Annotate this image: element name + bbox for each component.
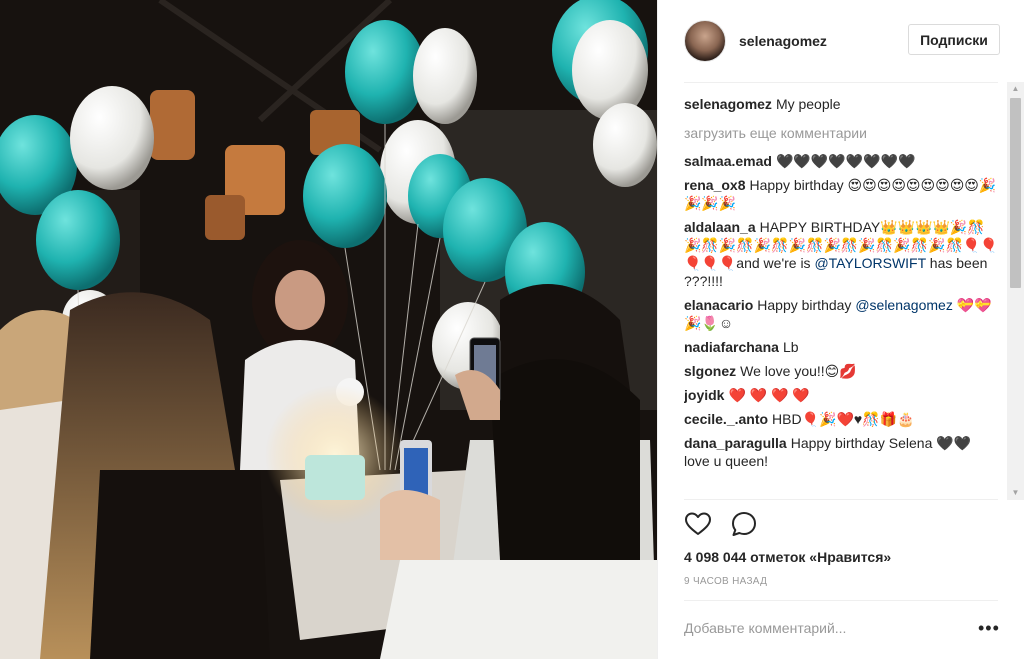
comment-mention-link[interactable]: @selenagomez xyxy=(855,297,953,313)
comment-text: Lb xyxy=(782,339,799,355)
comment-author[interactable]: cecile._.anto xyxy=(684,411,768,427)
comment-item: dana_paragulla Happy birthday Selena 🖤🖤 l… xyxy=(684,434,1000,470)
divider xyxy=(684,82,998,83)
comments-scrollbar[interactable]: ▲ ▼ xyxy=(1007,82,1024,500)
comments-list: selenagomez My people загрузить еще комме… xyxy=(684,95,1000,497)
caption-author[interactable]: selenagomez xyxy=(684,96,772,112)
comment-author[interactable]: elanacario xyxy=(684,297,753,313)
party-photo-illustration xyxy=(0,0,657,659)
comment-item: aldalaan_a HAPPY BIRTHDAY👑👑👑👑🎉🎊🎉🎊🎉🎊🎉🎊🎉🎊🎉🎊… xyxy=(684,218,1000,290)
comment-mention-link[interactable]: @TAYLORSWIFT xyxy=(814,255,925,271)
comment-author[interactable]: joyidk xyxy=(684,387,724,403)
comment-author[interactable]: slgonez xyxy=(684,363,736,379)
avatar[interactable] xyxy=(684,20,726,62)
comment-item: nadiafarchana Lb xyxy=(684,338,1000,356)
scroll-up-arrow-icon[interactable]: ▲ xyxy=(1007,82,1024,96)
likes-count[interactable]: 4 098 044 отметок «Нравится» xyxy=(684,549,891,565)
more-options-button[interactable]: ••• xyxy=(978,614,999,642)
comment-item: slgonez We love you!!😊💋 xyxy=(684,362,1000,380)
header-username[interactable]: selenagomez xyxy=(739,33,827,49)
post-timestamp[interactable]: 9 ЧАСОВ НАЗАД xyxy=(684,576,767,587)
scrollbar-thumb[interactable] xyxy=(1010,98,1021,288)
post-header: selenagomez Подписки xyxy=(658,0,1024,82)
post-actions xyxy=(684,510,758,538)
post-photo[interactable] xyxy=(0,0,657,659)
comment-icon[interactable] xyxy=(730,510,758,538)
following-button[interactable]: Подписки xyxy=(908,24,1000,55)
heart-icon[interactable] xyxy=(684,510,712,538)
post-caption: selenagomez My people xyxy=(684,95,1000,113)
comment-item: rena_ox8 Happy birthday 😍😍😍😍😍😍😍😍😍🎉🎉🎉🎉 xyxy=(684,176,1000,212)
caption-text: My people xyxy=(775,96,841,112)
comment-text: Happy birthday xyxy=(757,297,856,313)
comment-item: joyidk ❤️ ❤️ ❤️ ❤️ xyxy=(684,386,1000,404)
post-side-panel: selenagomez Подписки selenagomez My peopl… xyxy=(657,0,1024,659)
instagram-post: selenagomez Подписки selenagomez My peopl… xyxy=(0,0,1024,659)
comment-author[interactable]: aldalaan_a xyxy=(684,219,756,235)
comment-item: elanacario Happy birthday @selenagomez 💝💝… xyxy=(684,296,1000,332)
add-comment-input[interactable] xyxy=(684,614,954,642)
comment-text: We love you!!😊💋 xyxy=(740,363,857,379)
comment-item: cecile._.anto HBD🎈🎉❤️♥🎊🎁🎂 xyxy=(684,410,1000,428)
comment-text: HBD🎈🎉❤️♥🎊🎁🎂 xyxy=(772,411,915,427)
divider xyxy=(684,600,998,601)
comment-text: ❤️ ❤️ ❤️ ❤️ xyxy=(728,387,810,403)
comment-item: salmaa.emad 🖤🖤🖤🖤🖤🖤🖤🖤 xyxy=(684,152,1000,170)
divider xyxy=(684,499,998,500)
comment-author[interactable]: nadiafarchana xyxy=(684,339,779,355)
comment-author[interactable]: rena_ox8 xyxy=(684,177,745,193)
scroll-down-arrow-icon[interactable]: ▼ xyxy=(1007,486,1024,500)
comment-text: 🖤🖤🖤🖤🖤🖤🖤🖤 xyxy=(775,153,916,169)
load-more-comments-button[interactable]: загрузить еще комментарии xyxy=(684,124,1000,142)
comment-author[interactable]: dana_paragulla xyxy=(684,435,787,451)
comment-author[interactable]: salmaa.emad xyxy=(684,153,772,169)
